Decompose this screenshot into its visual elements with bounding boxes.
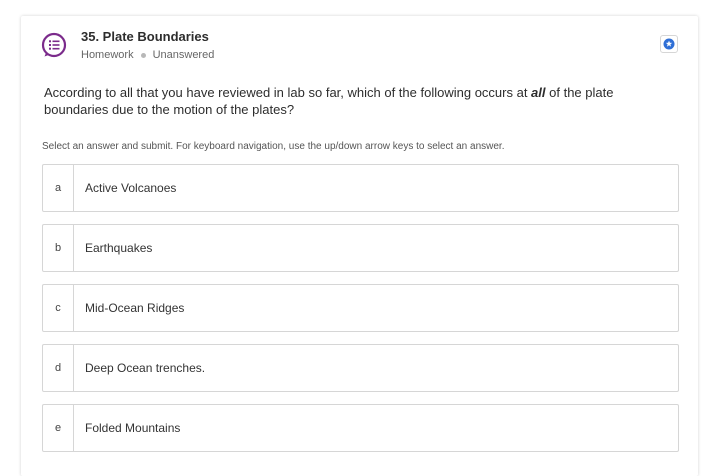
answer-letter: d	[43, 345, 74, 391]
answer-text: Active Volcanoes	[85, 181, 177, 195]
question-meta: Homework Unanswered	[81, 49, 214, 61]
prompt-emphasis: all	[531, 85, 546, 100]
star-badge-icon	[663, 38, 675, 50]
answer-letter: e	[43, 405, 74, 451]
answer-option-d[interactable]: d Deep Ocean trenches.	[42, 344, 679, 392]
prompt-text-start: According to all that you have reviewed …	[44, 85, 532, 100]
answer-text: Deep Ocean trenches.	[85, 361, 206, 375]
answer-letter: b	[43, 225, 74, 271]
question-type: Homework	[81, 49, 134, 61]
question-title: 35. Plate Boundaries	[81, 29, 209, 44]
answer-instructions: Select an answer and submit. For keyboar…	[42, 141, 505, 152]
separator-dot	[140, 52, 146, 58]
answer-list: a Active Volcanoes b Earthquakes c Mid-O…	[42, 164, 679, 464]
flag-question-button[interactable]	[660, 35, 678, 53]
answer-letter: c	[43, 285, 74, 331]
question-card: 35. Plate Boundaries Homework Unanswered…	[21, 16, 698, 476]
answer-option-e[interactable]: e Folded Mountains	[42, 404, 679, 452]
answer-option-b[interactable]: b Earthquakes	[42, 224, 679, 272]
question-list-icon	[41, 32, 67, 58]
answer-text: Mid-Ocean Ridges	[85, 301, 185, 315]
answer-text: Folded Mountains	[85, 421, 181, 435]
question-status: Unanswered	[152, 49, 215, 61]
answer-option-a[interactable]: a Active Volcanoes	[42, 164, 679, 212]
question-prompt: According to all that you have reviewed …	[44, 84, 644, 118]
answer-text: Earthquakes	[85, 241, 153, 255]
answer-letter: a	[43, 165, 74, 211]
answer-option-c[interactable]: c Mid-Ocean Ridges	[42, 284, 679, 332]
